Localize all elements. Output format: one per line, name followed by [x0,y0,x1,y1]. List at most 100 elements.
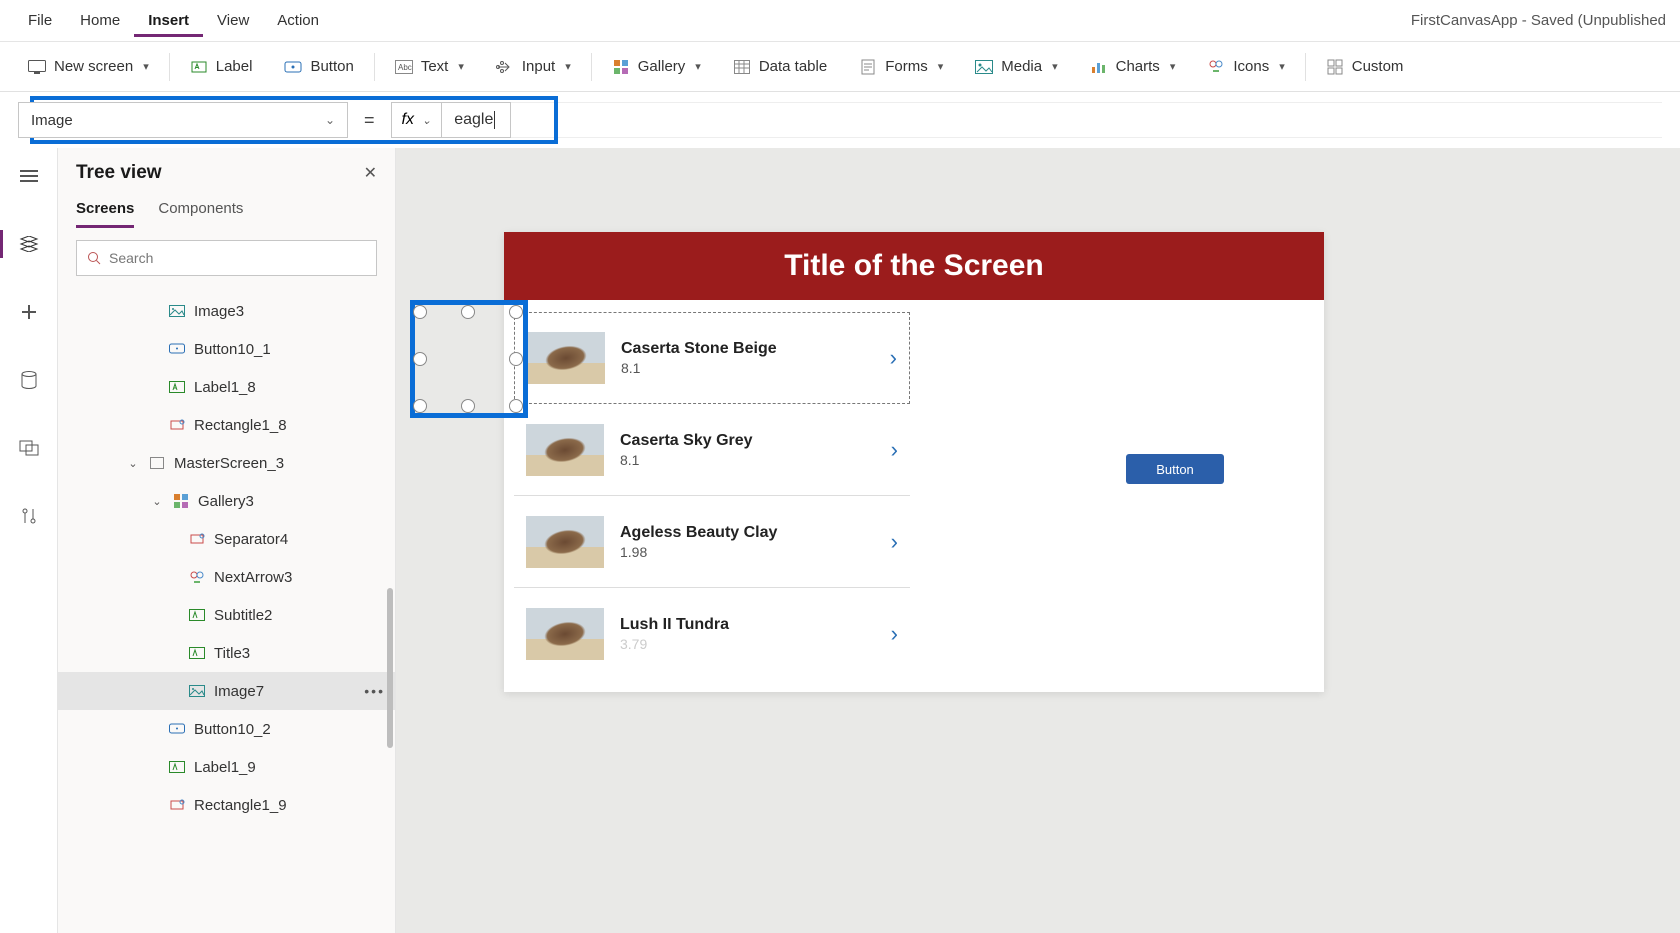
tab-components[interactable]: Components [158,200,243,228]
screen-title-bar[interactable]: Title of the Screen [504,232,1324,300]
input-icon [496,58,514,76]
ribbon-forms[interactable]: Forms ▾ [845,52,957,82]
gallery-row[interactable]: Lush II Tundra 3.79 › [514,588,910,680]
gallery-image[interactable] [526,608,604,660]
gallery-row[interactable]: Ageless Beauty Clay 1.98 › [514,496,910,588]
equals-sign: = [348,110,391,131]
menu-file[interactable]: File [14,4,66,37]
ribbon-charts[interactable]: Charts ▾ [1076,52,1190,82]
formula-rest[interactable] [511,102,1662,138]
ribbon-media-label: Media [1001,58,1042,75]
tree-item-masterscreen3[interactable]: ⌄ MasterScreen_3 [58,444,395,482]
tree-item-title3[interactable]: Title3 [58,634,395,672]
resize-handle[interactable] [509,305,523,319]
button-icon [168,340,186,358]
chevron-right-icon[interactable]: › [891,437,898,463]
tab-screens[interactable]: Screens [76,200,134,228]
resize-handle[interactable] [461,305,475,319]
rail-hamburger[interactable] [9,156,49,196]
ribbon-forms-label: Forms [885,58,928,75]
screen-icon [28,58,46,76]
tree-item-button10-2[interactable]: Button10_2 [58,710,395,748]
tree-item-separator4[interactable]: Separator4 [58,520,395,558]
resize-handle[interactable] [509,352,523,366]
tree-search[interactable]: Search [76,240,377,276]
rail-media[interactable] [9,428,49,468]
gallery-subtitle: 8.1 [620,452,875,468]
screen-icon [148,454,166,472]
rail-tools[interactable] [9,496,49,536]
gallery-row[interactable]: Caserta Stone Beige 8.1 › [514,312,910,404]
chevron-down-icon[interactable]: ⌄ [150,495,164,508]
chevron-down-icon: ▾ [565,60,571,73]
formula-input[interactable]: eagle [441,102,511,138]
more-icon[interactable]: ••• [364,683,385,699]
rail-insert[interactable] [9,292,49,332]
gallery-image[interactable] [526,424,604,476]
ribbon-custom-label: Custom [1352,58,1404,75]
gallery-row[interactable]: Caserta Sky Grey 8.1 › [514,404,910,496]
tree-label: Separator4 [214,531,288,548]
scrollbar-thumb[interactable] [387,588,393,748]
ribbon-icons[interactable]: Icons ▾ [1193,52,1298,82]
chevron-down-icon[interactable]: ⌄ [126,457,140,470]
tree-item-label1-8[interactable]: Label1_8 [58,368,395,406]
ribbon-media[interactable]: Media ▾ [961,52,1071,82]
chevron-right-icon[interactable]: › [891,529,898,555]
resize-handle[interactable] [413,305,427,319]
rail-data[interactable] [9,360,49,400]
fx-button[interactable]: fx ⌄ [391,102,442,138]
gallery[interactable]: Caserta Stone Beige 8.1 › Caserta Sky Gr… [514,312,910,680]
rectangle-icon [188,530,206,548]
resize-handle[interactable] [413,352,427,366]
menu-insert[interactable]: Insert [134,4,203,37]
ribbon-datatable[interactable]: Data table [719,52,841,82]
ribbon-new-screen[interactable]: New screen ▾ [14,52,163,82]
close-icon[interactable]: ✕ [364,163,377,183]
screen-frame[interactable]: Title of the Screen Caserta Stone Beige … [504,232,1324,692]
canvas-button[interactable]: Button [1126,454,1224,484]
icons-icon [188,568,206,586]
ribbon-gallery[interactable]: Gallery ▾ [598,52,715,82]
tree-item-rectangle1-9[interactable]: Rectangle1_9 [58,786,395,824]
rail-tree-view[interactable] [9,224,49,264]
ribbon-text[interactable]: Abc Text ▾ [381,52,478,82]
gallery-image[interactable] [527,332,605,384]
ribbon-icons-label: Icons [1233,58,1269,75]
image-icon [168,302,186,320]
ribbon-custom[interactable]: Custom [1312,52,1418,82]
gallery-subtitle: 3.79 [620,636,875,652]
gallery-text: Caserta Sky Grey 8.1 [620,432,875,468]
gallery-text: Caserta Stone Beige 8.1 [621,340,874,376]
gallery-title: Ageless Beauty Clay [620,524,875,542]
screen-title: Title of the Screen [784,249,1044,283]
chevron-right-icon[interactable]: › [891,621,898,647]
tree-item-label1-9[interactable]: Label1_9 [58,748,395,786]
resize-handle[interactable] [509,399,523,413]
resize-handle[interactable] [413,399,427,413]
canvas[interactable]: Title of the Screen Caserta Stone Beige … [396,148,1680,933]
text-icon: Abc [395,58,413,76]
menu-action[interactable]: Action [263,4,333,37]
gallery-image[interactable] [526,516,604,568]
ribbon-label[interactable]: Label [176,52,267,82]
tree-item-image7[interactable]: Image7 ••• [58,672,395,710]
tree-panel: Tree view ✕ Screens Components Search Im… [58,148,396,933]
ribbon-button[interactable]: Button [270,52,367,82]
tree-item-gallery3[interactable]: ⌄ Gallery3 [58,482,395,520]
property-selector[interactable]: Image ⌄ [18,102,348,138]
menu-view[interactable]: View [203,4,263,37]
tree-item-subtitle2[interactable]: Subtitle2 [58,596,395,634]
tree-item-button10-1[interactable]: Button10_1 [58,330,395,368]
search-placeholder: Search [109,250,153,266]
chevron-down-icon: ▾ [1279,60,1285,73]
resize-handle[interactable] [461,399,475,413]
menu-home[interactable]: Home [66,4,134,37]
chevron-right-icon[interactable]: › [890,345,897,371]
ribbon-input[interactable]: Input ▾ [482,52,585,82]
tree-item-rectangle1-8[interactable]: Rectangle1_8 [58,406,395,444]
svg-text:Abc: Abc [398,63,412,72]
tree-item-image3[interactable]: Image3 [58,292,395,330]
charts-icon [1090,58,1108,76]
tree-item-nextarrow3[interactable]: NextArrow3 [58,558,395,596]
